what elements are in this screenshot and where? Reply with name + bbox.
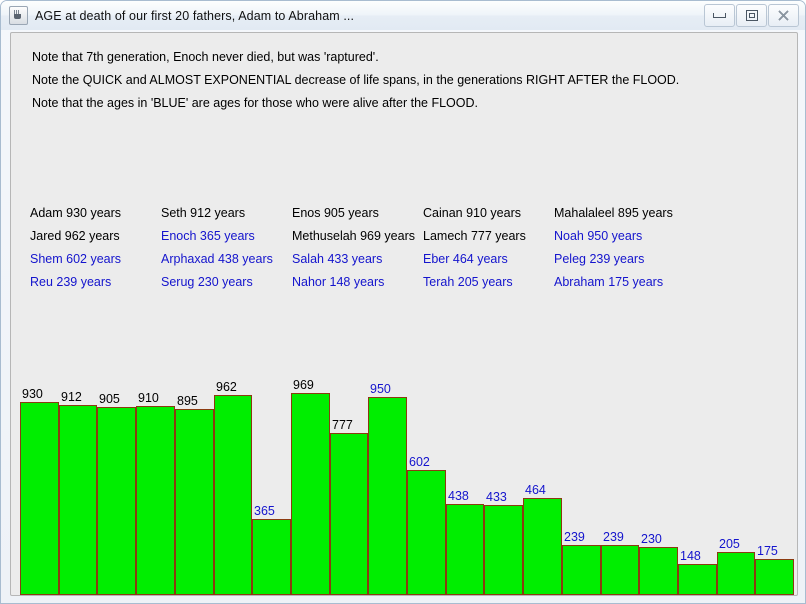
name-entry: Arphaxad 438 years	[161, 252, 273, 266]
chart-bar	[291, 393, 330, 595]
chart-bar-value-label: 230	[641, 532, 662, 546]
chart-bar-value-label: 910	[138, 391, 159, 405]
chart-bar	[446, 504, 484, 595]
chart-bar	[523, 498, 562, 595]
chart-bar-value-label: 912	[61, 390, 82, 404]
chart-bar	[562, 545, 601, 595]
chart-bar	[639, 547, 678, 595]
chart-bar	[601, 545, 639, 595]
name-entry: Adam 930 years	[30, 206, 122, 220]
notes-block: Note that 7th generation, Enoch never di…	[32, 50, 772, 119]
name-entry: Lamech 777 years	[423, 229, 526, 243]
maximize-button[interactable]	[736, 4, 767, 27]
name-entry: Methuselah 969 years	[292, 229, 415, 243]
note-line: Note that 7th generation, Enoch never di…	[32, 50, 379, 64]
name-entry: Abraham 175 years	[554, 275, 664, 289]
names-row: Reu 239 years Serug 230 years Nahor 148 …	[30, 275, 772, 289]
chart-bar-value-label: 602	[409, 455, 430, 469]
names-row: Adam 930 years Seth 912 years Enos 905 y…	[30, 206, 772, 220]
chart-bar	[678, 564, 717, 595]
name-entry: Enos 905 years	[292, 206, 379, 220]
chart-bar-value-label: 950	[370, 382, 391, 396]
close-icon	[769, 5, 798, 26]
chart-bar-value-label: 969	[293, 378, 314, 392]
content-panel: Note that 7th generation, Enoch never di…	[10, 32, 798, 596]
chart-bar-value-label: 239	[564, 530, 585, 544]
chart-bar-value-label: 895	[177, 394, 198, 408]
close-button[interactable]	[768, 4, 799, 27]
chart-bar	[97, 407, 136, 595]
names-row: Jared 962 years Enoch 365 years Methusel…	[30, 229, 772, 243]
chart-bar	[484, 505, 523, 595]
maximize-icon	[737, 5, 766, 26]
minimize-icon	[705, 5, 734, 26]
minimize-button[interactable]	[704, 4, 735, 27]
chart-bar-value-label: 962	[216, 380, 237, 394]
name-entry: Noah 950 years	[554, 229, 643, 243]
name-entry: Serug 230 years	[161, 275, 253, 289]
chart-bar-value-label: 777	[332, 418, 353, 432]
window-title: AGE at death of our first 20 fathers, Ad…	[35, 8, 355, 23]
name-entry: Jared 962 years	[30, 229, 120, 243]
window-controls	[703, 4, 799, 27]
chart-bar	[252, 519, 291, 595]
chart-bar-value-label: 239	[603, 530, 624, 544]
name-entry: Salah 433 years	[292, 252, 383, 266]
name-entry: Enoch 365 years	[161, 229, 255, 243]
name-entry: Peleg 239 years	[554, 252, 645, 266]
chart-bar	[59, 405, 97, 595]
name-entry: Nahor 148 years	[292, 275, 385, 289]
chart-bar	[717, 552, 755, 595]
name-entry: Terah 205 years	[423, 275, 513, 289]
chart-bar-value-label: 175	[757, 544, 778, 558]
name-entry: Seth 912 years	[161, 206, 246, 220]
title-bar: AGE at death of our first 20 fathers, Ad…	[1, 1, 805, 30]
chart-bar	[175, 409, 214, 595]
name-entry: Reu 239 years	[30, 275, 112, 289]
names-row: Shem 602 years Arphaxad 438 years Salah …	[30, 252, 772, 266]
chart-bar	[20, 402, 59, 595]
name-entry: Mahalaleel 895 years	[554, 206, 673, 220]
chart-bar	[407, 470, 446, 595]
chart-bar	[368, 397, 407, 595]
names-grid: Adam 930 years Seth 912 years Enos 905 y…	[30, 206, 772, 298]
chart-bar-value-label: 205	[719, 537, 740, 551]
chart-bar	[214, 395, 252, 595]
chart-bar-value-label: 438	[448, 489, 469, 503]
name-entry: Shem 602 years	[30, 252, 122, 266]
chart-bar-value-label: 365	[254, 504, 275, 518]
chart-bar-value-label: 148	[680, 549, 701, 563]
note-line: Note the QUICK and ALMOST EXPONENTIAL de…	[32, 73, 680, 87]
name-entry: Eber 464 years	[423, 252, 508, 266]
note-line: Note that the ages in 'BLUE' are ages fo…	[32, 96, 478, 110]
chart-bar-value-label: 433	[486, 490, 507, 504]
chart-bar-value-label: 905	[99, 392, 120, 406]
age-bar-chart: 930 912 905 910 895 962 365 969 777 950 602 438 433 4…	[20, 373, 794, 595]
chart-bar	[755, 559, 794, 595]
chart-bar-value-label: 930	[22, 387, 43, 401]
chart-bar-value-label: 464	[525, 483, 546, 497]
chart-bar	[136, 406, 175, 595]
chart-bar	[330, 433, 368, 595]
application-window: AGE at death of our first 20 fathers, Ad…	[0, 0, 806, 604]
name-entry: Cainan 910 years	[423, 206, 521, 220]
java-coffee-cup-icon	[9, 6, 28, 25]
